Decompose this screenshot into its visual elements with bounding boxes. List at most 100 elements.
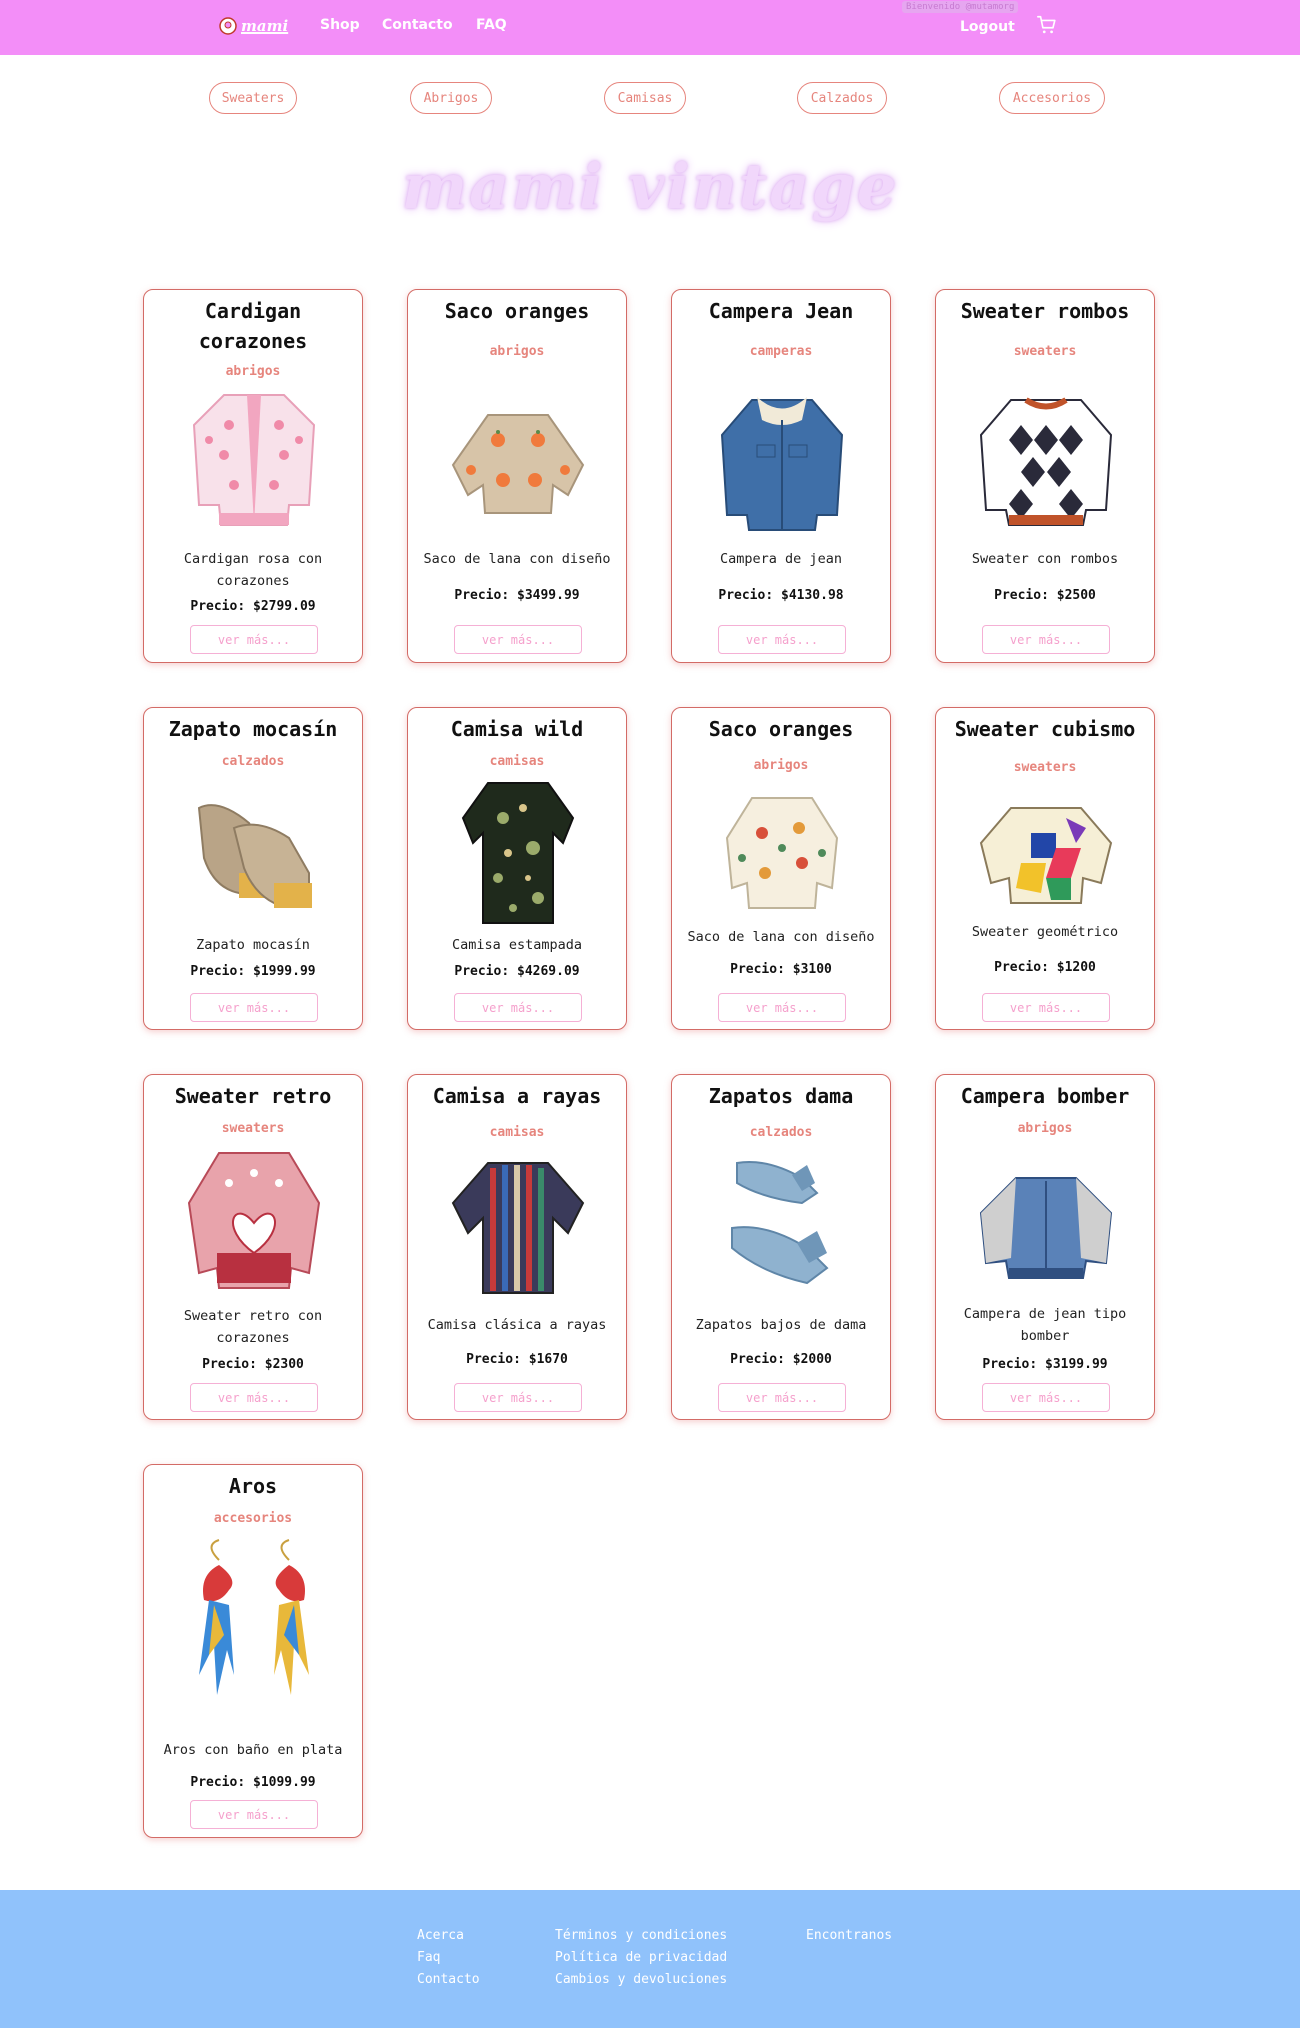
footer-link-privacidad[interactable]: Política de privacidad <box>555 1950 727 1965</box>
denim-jacket-image <box>720 397 844 531</box>
product-card: Saco oranges abrigos Saco de lana con di… <box>671 707 891 1030</box>
heart-print-cardigan-image <box>725 797 839 909</box>
ver-mas-button[interactable]: ver más... <box>718 625 846 654</box>
product-description: Campera de jean tipo bomber <box>963 1306 1127 1344</box>
pink-heart-cardigan-image <box>192 394 316 526</box>
product-category: abrigos <box>489 344 545 359</box>
product-category: camisas <box>489 754 545 769</box>
product-price: Precio: $1670 <box>466 1352 568 1367</box>
product-price: Precio: $1099.99 <box>190 1775 316 1790</box>
product-card: Aros accesorios Aros con baño en plata P… <box>143 1464 363 1838</box>
ver-mas-button[interactable]: ver más... <box>718 993 846 1022</box>
product-price: Precio: $1999.99 <box>190 964 316 979</box>
category-abrigos[interactable]: Abrigos <box>410 82 492 114</box>
category-sweaters[interactable]: Sweaters <box>209 82 297 114</box>
footer-link-acerca[interactable]: Acerca <box>417 1928 464 1943</box>
product-card: Campera Jean camperas Campera de jean Pr… <box>671 289 891 663</box>
product-description: Saco de lana con diseño <box>423 551 611 567</box>
ver-mas-button[interactable]: ver más... <box>190 625 318 654</box>
footer-link-encontranos[interactable]: Encontranos <box>806 1928 892 1943</box>
product-title: Aros <box>228 1474 278 1498</box>
nav-shop[interactable]: Shop <box>320 17 360 33</box>
nav-faq[interactable]: FAQ <box>476 17 507 33</box>
product-title: Zapatos dama <box>708 1084 854 1108</box>
product-category: accesorios <box>213 1511 293 1526</box>
product-description: Sweater retro con corazones <box>183 1308 323 1346</box>
product-category: sweaters <box>1013 344 1077 359</box>
product-title: Zapato mocasín <box>168 717 338 741</box>
blue-flats-image <box>731 1161 829 1285</box>
ver-mas-button[interactable]: ver más... <box>454 625 582 654</box>
product-category: abrigos <box>753 758 809 773</box>
ver-mas-button[interactable]: ver más... <box>982 625 1110 654</box>
product-card: Sweater retro sweaters Sweater retro con… <box>143 1074 363 1420</box>
product-category: abrigos <box>225 364 281 379</box>
ver-mas-button[interactable]: ver más... <box>454 993 582 1022</box>
footer-link-cambios[interactable]: Cambios y devoluciones <box>555 1972 727 1987</box>
product-price: Precio: $2300 <box>202 1357 304 1372</box>
footer-link-faq[interactable]: Faq <box>417 1950 440 1965</box>
product-description: Zapato mocasín <box>196 937 310 953</box>
ver-mas-button[interactable]: ver más... <box>982 1383 1110 1412</box>
product-card: Sweater cubismo sweaters Sweater geométr… <box>935 707 1155 1030</box>
product-price: Precio: $4269.09 <box>454 964 580 979</box>
logo-text: mami <box>241 17 289 35</box>
product-description: Aros con baño en plata <box>163 1742 343 1758</box>
category-camisas[interactable]: Camisas <box>604 82 686 114</box>
product-title: Campera Jean <box>708 299 854 323</box>
product-category: sweaters <box>221 1121 285 1136</box>
orange-print-cardigan-image <box>451 414 585 514</box>
logo[interactable]: mami <box>218 14 292 38</box>
product-category: calzados <box>221 754 285 769</box>
ver-mas-button[interactable]: ver más... <box>190 1383 318 1412</box>
product-title: Saco oranges <box>708 717 854 741</box>
product-card: Camisa wild camisas Camisa estampada Pre… <box>407 707 627 1030</box>
product-description: Sweater con rombos <box>971 551 1119 567</box>
footer-link-terminos[interactable]: Términos y condiciones <box>555 1928 727 1943</box>
product-description: Campera de jean <box>720 551 842 567</box>
ver-mas-button[interactable]: ver más... <box>190 1800 318 1829</box>
product-title: Sweater retro <box>174 1084 332 1108</box>
product-price: Precio: $2000 <box>730 1352 832 1367</box>
product-card: Cardigan corazones abrigos Cardigan rosa… <box>143 289 363 663</box>
product-category: calzados <box>749 1125 813 1140</box>
shopping-cart-icon[interactable] <box>1036 14 1058 36</box>
product-price: Precio: $4130.98 <box>718 588 844 603</box>
product-category: sweaters <box>1013 760 1077 775</box>
platform-loafers-image <box>197 804 312 908</box>
hero-title: mami vintage <box>401 150 899 223</box>
product-price: Precio: $3199.99 <box>982 1357 1108 1372</box>
product-title: Camisa a rayas <box>432 1084 602 1108</box>
ver-mas-button[interactable]: ver más... <box>982 993 1110 1022</box>
logo-heart-icon <box>219 17 237 35</box>
product-title: Saco oranges <box>444 299 590 323</box>
product-description: Cardigan rosa con corazones <box>183 551 323 589</box>
striped-shirt-image <box>451 1162 585 1294</box>
product-category: abrigos <box>1017 1121 1073 1136</box>
product-category: camperas <box>749 344 813 359</box>
argyle-sweater-image <box>979 397 1113 526</box>
category-accesorios[interactable]: Accesorios <box>999 82 1105 114</box>
product-title: Sweater rombos <box>960 299 1130 323</box>
ver-mas-button[interactable]: ver más... <box>454 1383 582 1412</box>
product-description: Camisa estampada <box>451 937 583 953</box>
geometric-sweater-image <box>979 807 1113 904</box>
product-card: Zapato mocasín calzados Zapato mocasín P… <box>143 707 363 1030</box>
logout-link[interactable]: Logout <box>960 19 1015 35</box>
product-price: Precio: $2500 <box>994 588 1096 603</box>
retro-heart-sweater-image <box>187 1152 321 1289</box>
footer-link-contacto[interactable]: Contacto <box>417 1972 480 1987</box>
product-price: Precio: $2799.09 <box>190 599 316 614</box>
navbar: mami Shop Contacto FAQ Bienvenido @mutam… <box>0 0 1300 55</box>
ver-mas-button[interactable]: ver más... <box>190 993 318 1022</box>
product-title: Campera bomber <box>960 1084 1130 1108</box>
product-price: Precio: $3100 <box>730 962 832 977</box>
product-card: Sweater rombos sweaters Sweater con romb… <box>935 289 1155 663</box>
category-calzados[interactable]: Calzados <box>797 82 887 114</box>
nav-contacto[interactable]: Contacto <box>382 17 453 33</box>
bomber-jacket-image <box>979 1177 1113 1279</box>
product-card: Camisa a rayas camisas Camisa clásica a … <box>407 1074 627 1420</box>
product-price: Precio: $3499.99 <box>454 588 580 603</box>
product-price: Precio: $1200 <box>994 960 1096 975</box>
ver-mas-button[interactable]: ver más... <box>718 1383 846 1412</box>
